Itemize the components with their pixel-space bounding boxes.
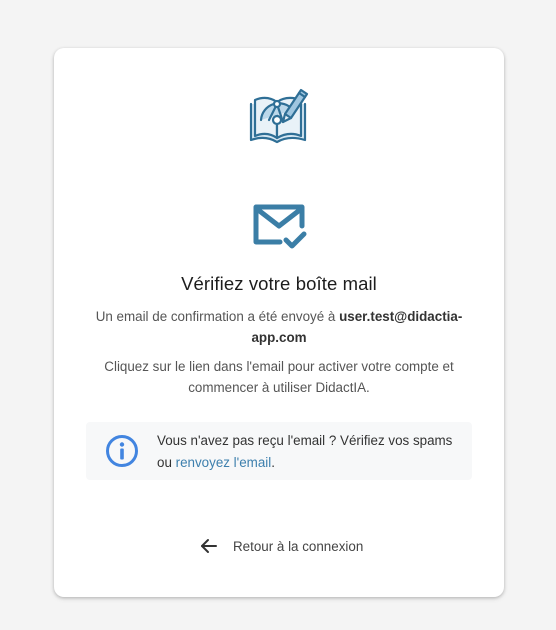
info-icon <box>105 434 139 468</box>
resend-email-link[interactable]: renvoyez l'email <box>176 455 272 470</box>
info-text-after: . <box>271 455 275 470</box>
mail-check-icon <box>250 202 308 252</box>
verification-card: Vérifiez votre boîte mail Un email de co… <box>54 48 504 597</box>
confirmation-message: Un email de confirmation a été envoyé à … <box>89 306 469 348</box>
arrow-left-icon <box>201 539 217 553</box>
activation-instructions: Cliquez sur le lien dans l'email pour ac… <box>104 359 454 395</box>
info-text: Vous n'avez pas reçu l'email ? Vérifiez … <box>157 430 462 474</box>
back-to-login-button[interactable]: Retour à la connexion <box>199 535 363 557</box>
page-title: Vérifiez votre boîte mail <box>181 273 377 294</box>
back-to-login-label: Retour à la connexion <box>233 538 364 554</box>
confirmation-prefix: Un email de confirmation a été envoyé à <box>95 309 340 324</box>
didactia-logo-icon <box>247 80 309 146</box>
info-notice: Vous n'avez pas reçu l'email ? Vérifiez … <box>86 422 472 480</box>
